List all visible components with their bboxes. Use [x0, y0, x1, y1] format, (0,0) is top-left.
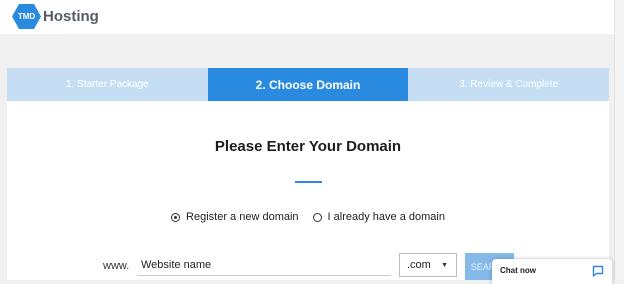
page-title: Please Enter Your Domain [214, 138, 402, 155]
radio-unchecked-icon[interactable] [312, 212, 322, 222]
chat-label: Chat now [500, 266, 536, 275]
step-review-complete[interactable]: 3. Review & Complete [408, 68, 610, 101]
tld-selected-value: .com [407, 259, 431, 271]
chat-bubble-icon[interactable] [592, 264, 604, 282]
step-choose-domain[interactable]: 2. Choose Domain [207, 68, 409, 106]
checkout-steps: 1. Starter Package 2. Choose Domain 3. R… [7, 68, 610, 106]
radio-existing-domain[interactable]: I already have a domain [312, 211, 445, 223]
step-label: 1. Starter Package [65, 79, 149, 90]
brand-logo[interactable]: TMD Hosting [12, 4, 99, 29]
www-prefix: www. [103, 260, 130, 272]
domain-card: Please Enter Your Domain Register a new … [7, 101, 609, 280]
domain-option-group: Register a new domain I already have a d… [7, 211, 609, 223]
radio-register-new-domain[interactable]: Register a new domain [171, 211, 299, 223]
site-header: TMD Hosting [0, 0, 615, 34]
step-starter-package[interactable]: 1. Starter Package [7, 68, 208, 101]
chat-widget[interactable]: Chat now [492, 259, 612, 284]
caret-down-icon: ▼ [441, 262, 448, 269]
title-underline [295, 181, 322, 183]
tld-select[interactable]: .com ▼ [399, 253, 457, 277]
radio-label: Register a new domain [186, 211, 299, 223]
radio-checked-icon[interactable] [171, 212, 181, 222]
step-label: 2. Choose Domain [255, 77, 361, 92]
logo-badge-text: TMD [17, 12, 36, 21]
logo-badge: TMD [12, 4, 41, 29]
radio-label: I already have a domain [327, 211, 445, 223]
logo-name: Hosting [43, 8, 99, 25]
page-scrollbar[interactable] [614, 0, 624, 280]
step-label: 3. Review & Complete [459, 79, 559, 90]
domain-input[interactable] [137, 255, 391, 276]
